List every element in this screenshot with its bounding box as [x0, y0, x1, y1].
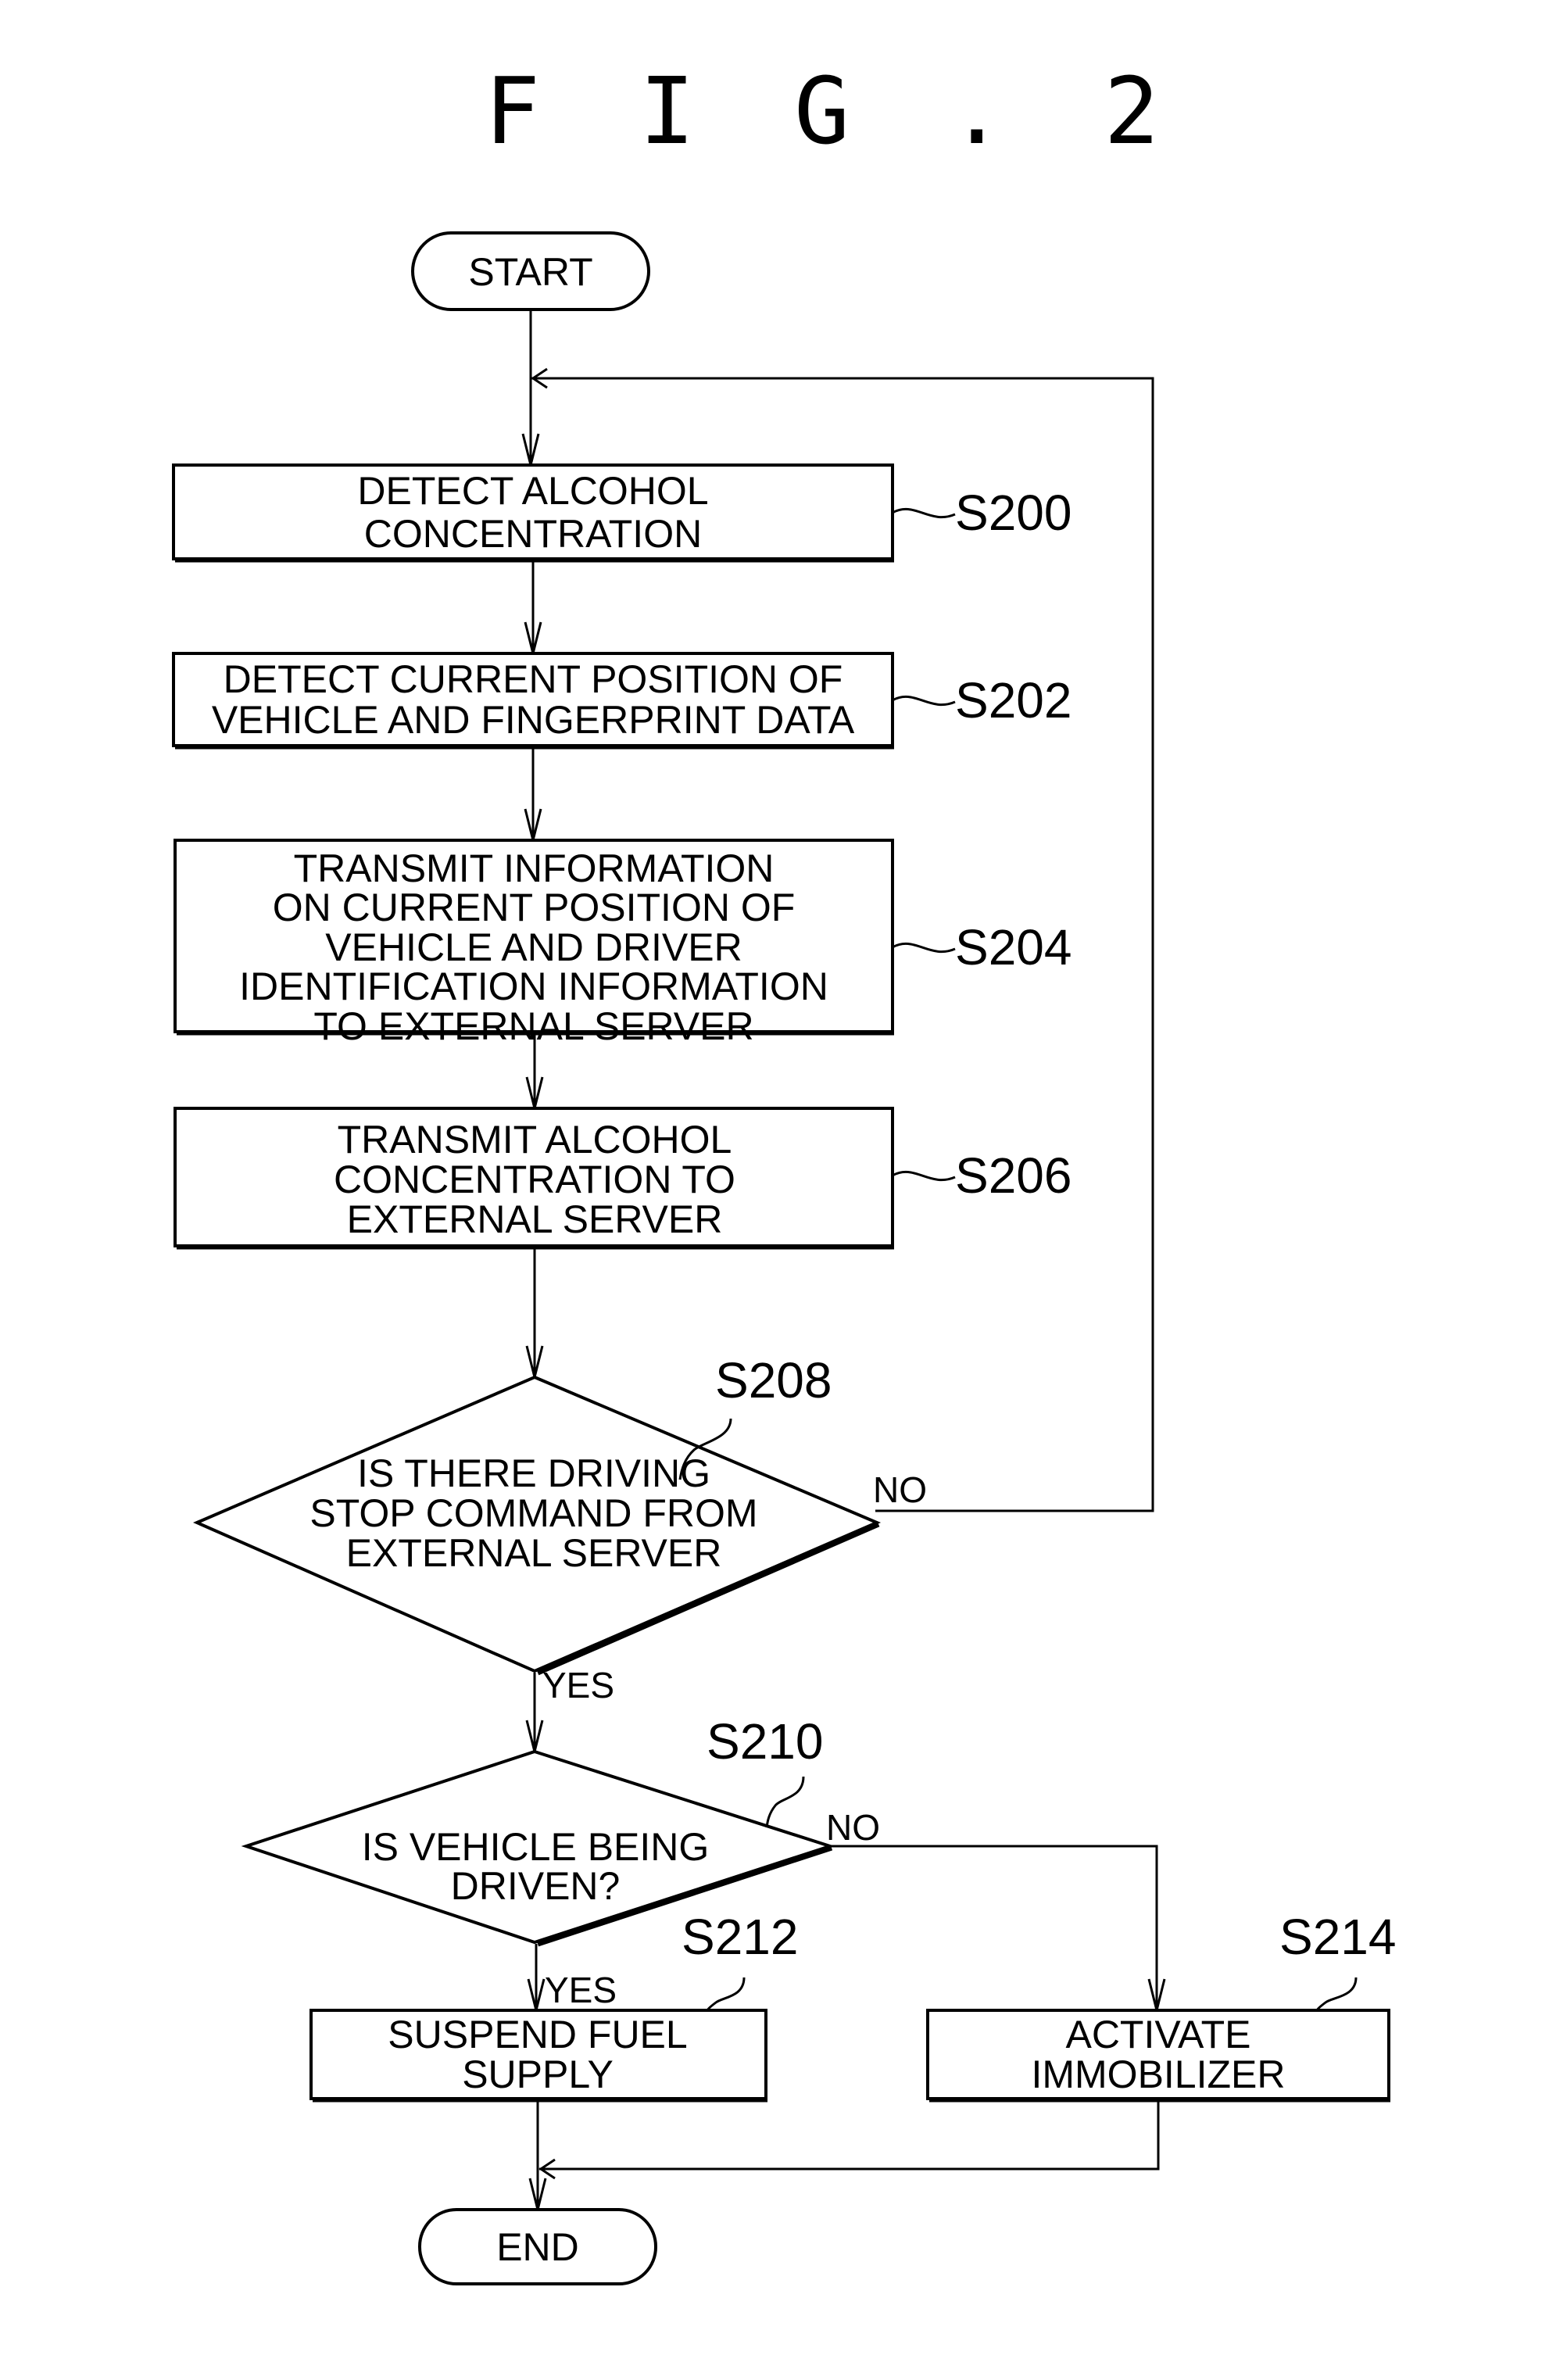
- step-s204-line-2: ON CURRENT POSITION OF: [273, 886, 796, 929]
- start-terminal: START: [411, 231, 650, 311]
- decision-s208: IS THERE DRIVING STOP COMMAND FROM EXTER…: [192, 1352, 927, 1705]
- connector-s210-s214: [832, 1845, 1158, 2010]
- end-terminal: END: [418, 2208, 657, 2285]
- decision-s210-yes-label: YES: [545, 1970, 617, 2010]
- step-s212-line-1: SUSPEND FUEL: [388, 2013, 687, 2056]
- step-s214-line-2: IMMOBILIZER: [1031, 2053, 1285, 2096]
- step-s200-id: S200: [955, 485, 1072, 541]
- step-s206-id: S206: [955, 1147, 1072, 1204]
- decision-s208-line-3: EXTERNAL SERVER: [346, 1531, 722, 1575]
- step-s202-id: S202: [955, 672, 1072, 728]
- leader-s212: [706, 1977, 746, 2011]
- step-s204-line-4: IDENTIFICATION INFORMATION: [239, 965, 828, 1008]
- step-s204-line-3: VEHICLE AND DRIVER: [325, 925, 742, 969]
- step-s202-line-2: VEHICLE AND FINGERPRINT DATA: [212, 698, 855, 742]
- leader-s204: [892, 942, 956, 954]
- step-s204: TRANSMIT INFORMATION ON CURRENT POSITION…: [174, 839, 1072, 1048]
- step-s214: ACTIVATE IMMOBILIZER S214: [926, 1909, 1396, 2103]
- start-label: START: [468, 250, 592, 294]
- step-s200-line-2: CONCENTRATION: [364, 512, 702, 556]
- step-s202-line-1: DETECT CURRENT POSITION OF: [224, 657, 843, 701]
- leader-s214: [1315, 1977, 1358, 2011]
- decision-s210-line-1: IS VEHICLE BEING: [362, 1825, 710, 1869]
- decision-s208-no-label: NO: [873, 1469, 927, 1510]
- decision-s208-line-1: IS THERE DRIVING: [357, 1451, 710, 1495]
- decision-s210-line-2: DRIVEN?: [451, 1864, 621, 1908]
- step-s214-line-1: ACTIVATE: [1065, 2013, 1250, 2056]
- figure-title: F I G . 2: [485, 57, 1181, 165]
- decision-s210: IS VEHICLE BEING DRIVEN? S210 NO YES: [241, 1713, 880, 2010]
- connector-s214-merge: [539, 2100, 1160, 2171]
- decision-s210-no-label: NO: [826, 1807, 880, 1848]
- step-s214-id: S214: [1279, 1909, 1396, 1965]
- step-s206-line-3: EXTERNAL SERVER: [347, 1197, 723, 1241]
- flowchart: F I G . 2 START DETECT ALCOHOL CONCENTRA…: [172, 57, 1396, 2285]
- step-s206-line-1: TRANSMIT ALCOHOL: [338, 1118, 732, 1161]
- step-s200-line-1: DETECT ALCOHOL: [357, 469, 708, 513]
- step-s200: DETECT ALCOHOL CONCENTRATION S200: [172, 463, 1072, 563]
- step-s202: DETECT CURRENT POSITION OF VEHICLE AND F…: [172, 652, 1072, 750]
- end-label: END: [496, 2225, 579, 2269]
- step-s206-line-2: CONCENTRATION TO: [334, 1158, 735, 1201]
- step-s212-id: S212: [682, 1909, 798, 1965]
- step-s212-line-2: SUPPLY: [462, 2053, 614, 2096]
- step-s206: TRANSMIT ALCOHOL CONCENTRATION TO EXTERN…: [174, 1107, 1072, 1250]
- decision-s208-yes-label: YES: [542, 1665, 614, 1705]
- decision-s208-line-2: STOP COMMAND FROM: [309, 1491, 757, 1535]
- step-s204-id: S204: [955, 919, 1072, 975]
- leader-s210: [765, 1776, 805, 1828]
- decision-s208-id: S208: [715, 1352, 832, 1408]
- leader-s206: [892, 1170, 956, 1182]
- leader-s200: [892, 507, 956, 519]
- step-s204-line-1: TRANSMIT INFORMATION: [294, 846, 775, 890]
- leader-s202: [892, 695, 956, 707]
- decision-s210-id: S210: [707, 1713, 823, 1770]
